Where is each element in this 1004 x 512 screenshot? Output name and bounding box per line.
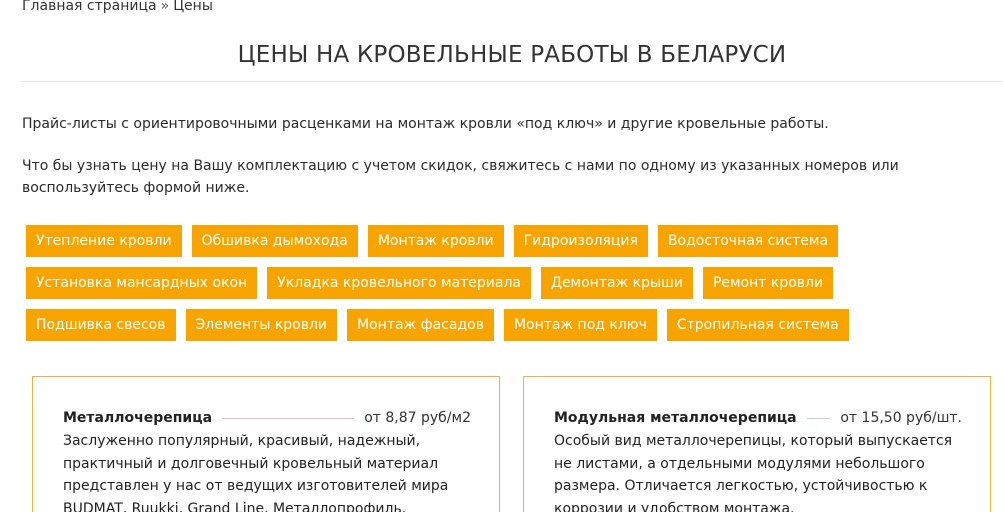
tag-roof-elements[interactable]: Элементы кровли — [185, 309, 338, 341]
title-divider — [22, 81, 1002, 82]
tag-row-2: Установка мансардных окон Укладка кровел… — [26, 267, 834, 299]
breadcrumb-separator: » — [160, 0, 170, 14]
price-card-leader-line — [222, 417, 355, 419]
tag-roofing-material-laying[interactable]: Укладка кровельного материала — [267, 267, 531, 299]
tag-soffit-lining[interactable]: Подшивка свесов — [26, 309, 176, 341]
tag-row-3: Подшивка свесов Элементы кровли Монтаж ф… — [26, 309, 849, 341]
tag-turnkey-installation[interactable]: Монтаж под ключ — [503, 309, 657, 341]
price-card-description: Заслуженно популярный, красивый, надежны… — [63, 433, 449, 512]
price-card-modular-metal-tile: Модульная металлочерепица от 15,50 руб/ш… — [523, 376, 991, 512]
intro-paragraph-2: Что бы узнать цену на Вашу комплектацию … — [22, 158, 899, 196]
intro-paragraph-1: Прайс-листы с ориентировочными расценкам… — [22, 116, 829, 132]
price-card-metal-tile: Металлочерепица от 8,87 руб/м2 Заслуженн… — [32, 376, 500, 512]
tag-facade-installation[interactable]: Монтаж фасадов — [347, 309, 494, 341]
tag-roof-installation[interactable]: Монтаж кровли — [367, 225, 504, 257]
page-title: ЦЕНЫ НА КРОВЕЛЬНЫЕ РАБОТЫ В БЕЛАРУСИ — [237, 42, 787, 68]
price-card-price: от 8,87 руб/м2 — [364, 410, 471, 426]
tag-roof-demolition[interactable]: Демонтаж крыши — [541, 267, 693, 299]
tag-waterproofing[interactable]: Гидроизоляция — [513, 225, 648, 257]
tag-row-1: Утепление кровли Обшивка дымохода Монтаж… — [26, 225, 839, 257]
tag-gutter-system[interactable]: Водосточная система — [657, 225, 839, 257]
price-card-header: Металлочерепица от 8,87 руб/м2 — [63, 407, 471, 429]
tag-skylight-installation[interactable]: Установка мансардных окон — [26, 267, 258, 299]
tag-roof-repair[interactable]: Ремонт кровли — [702, 267, 834, 299]
breadcrumb: Главная страница» Цены — [22, 0, 213, 14]
tag-roof-insulation[interactable]: Утепление кровли — [26, 225, 182, 257]
price-card-name: Модульная металлочерепица — [554, 410, 797, 426]
price-card-description: Особый вид металлочерепицы, который выпу… — [554, 433, 953, 512]
price-card-price: от 15,50 руб/шт. — [840, 410, 962, 426]
price-card-name: Металлочерепица — [63, 410, 213, 426]
price-card-header: Модульная металлочерепица от 15,50 руб/ш… — [554, 407, 962, 429]
breadcrumb-current: Цены — [173, 0, 213, 14]
tag-rafter-system[interactable]: Стропильная система — [666, 309, 849, 341]
price-card-leader-line — [806, 417, 831, 419]
breadcrumb-home-link[interactable]: Главная страница — [22, 0, 157, 14]
tag-chimney-cladding[interactable]: Обшивка дымохода — [191, 225, 358, 257]
